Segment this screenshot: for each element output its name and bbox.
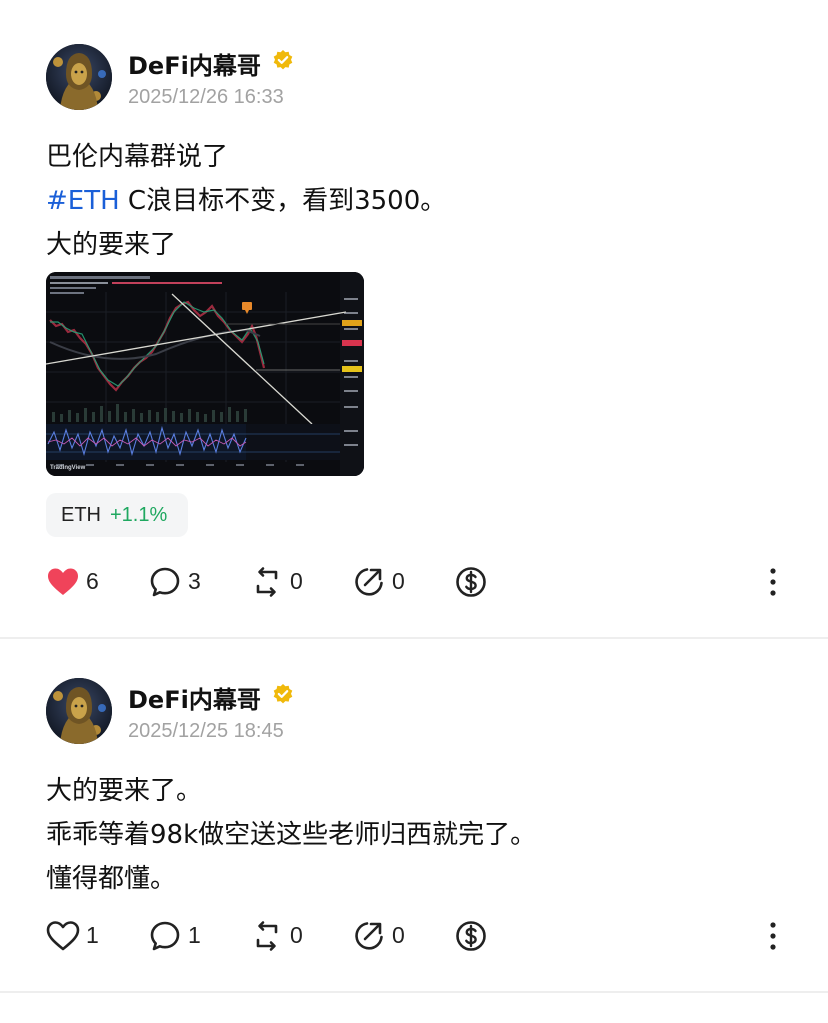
author-name[interactable]: DeFi内幕哥: [128, 680, 261, 715]
tip-dollar-icon[interactable]: [454, 566, 488, 598]
chart-image[interactable]: TradingView: [46, 272, 364, 476]
heart-icon[interactable]: [46, 566, 80, 598]
post-divider: [0, 991, 828, 993]
more-vertical-icon[interactable]: [768, 920, 778, 952]
verified-badge-icon: [273, 684, 293, 704]
avatar[interactable]: [46, 678, 112, 744]
post-divider: [0, 637, 828, 639]
repost-icon[interactable]: [250, 920, 284, 952]
post-text-line: 乖乖等着98k做空送这些老师归西就完了。: [46, 820, 537, 850]
post-text-line: 懂得都懂。: [46, 864, 177, 894]
repost-icon[interactable]: [250, 566, 284, 598]
comment-count: 3: [188, 568, 201, 594]
heart-icon[interactable]: [46, 920, 80, 952]
post-text-line: #ETH C浪目标不变，看到3500。: [46, 180, 446, 217]
repost-count: 0: [290, 568, 303, 594]
post-text-line: 巴伦内幕群说了: [46, 142, 229, 172]
share-count: 0: [392, 568, 405, 594]
share-icon[interactable]: [352, 920, 386, 952]
action-bar: 1 1 0 0: [0, 916, 828, 956]
repost-count: 0: [290, 922, 303, 948]
tradingview-watermark: TradingView: [50, 465, 86, 471]
post-text-line: 大的要来了。: [46, 776, 203, 806]
like-count: 6: [86, 568, 99, 594]
post-text: C浪目标不变，看到3500。: [119, 186, 447, 216]
post-card[interactable]: DeFi内幕哥 2025/12/26 16:33 巴伦内幕群说了 #ETH C浪…: [0, 0, 828, 638]
action-bar: 6 3 0 0: [0, 562, 828, 602]
comment-count: 1: [188, 922, 201, 948]
ticker-change: +1.1%: [110, 504, 168, 526]
author-name[interactable]: DeFi内幕哥: [128, 46, 261, 81]
share-count: 0: [392, 922, 405, 948]
post-text-line: 大的要来了: [46, 230, 177, 260]
tip-dollar-icon[interactable]: [454, 920, 488, 952]
chart-image-graphic: [46, 272, 364, 476]
ticker-symbol: ETH: [61, 504, 101, 526]
more-vertical-icon[interactable]: [768, 566, 778, 598]
verified-badge-icon: [273, 50, 293, 70]
ticker-chip[interactable]: ETH +1.1%: [46, 493, 188, 537]
share-icon[interactable]: [352, 566, 386, 598]
post-timestamp: 2025/12/25 18:45: [128, 720, 284, 742]
avatar[interactable]: [46, 44, 112, 110]
post-timestamp: 2025/12/26 16:33: [128, 86, 284, 108]
hashtag-link[interactable]: #ETH: [46, 186, 120, 216]
comment-icon[interactable]: [148, 566, 182, 598]
like-count: 1: [86, 922, 99, 948]
comment-icon[interactable]: [148, 920, 182, 952]
post-card[interactable]: DeFi内幕哥 2025/12/25 18:45 大的要来了。 乖乖等着98k做…: [0, 640, 828, 990]
